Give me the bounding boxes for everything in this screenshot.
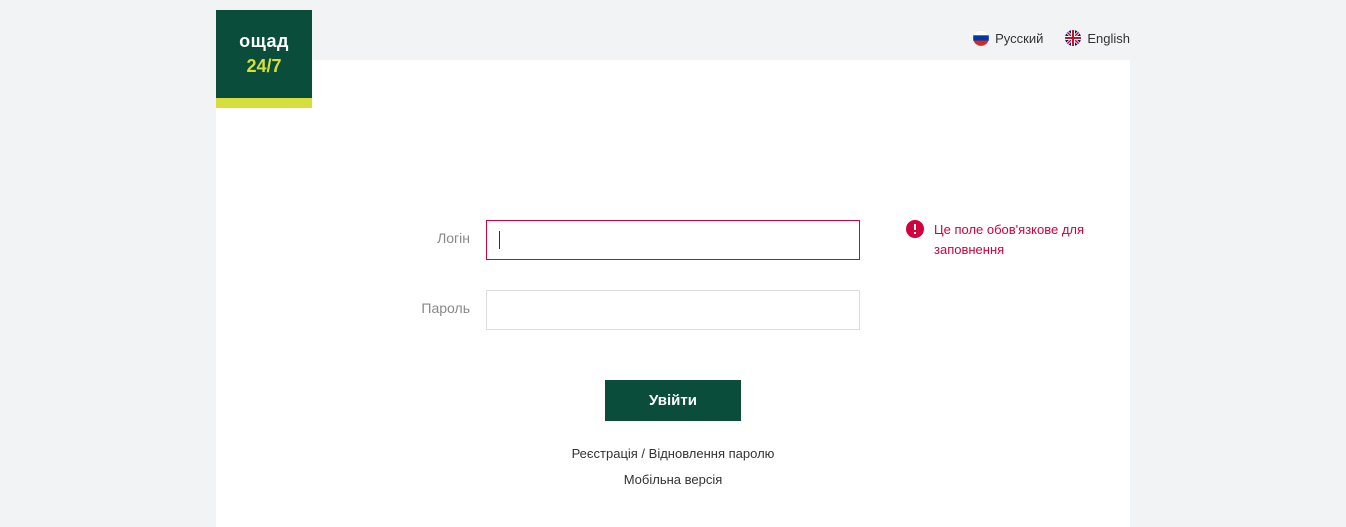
russia-flag-icon (973, 30, 989, 46)
login-error: Це поле обов'язкове для заповнення (906, 220, 1086, 259)
mobile-version-link[interactable]: Мобільна версія (624, 472, 723, 487)
password-label: Пароль (216, 290, 486, 316)
password-row: Пароль (216, 290, 1130, 330)
logo-brand-text: ощад (239, 31, 289, 52)
login-form: Логін Це поле обов'язкове для заповнення… (216, 220, 1130, 492)
logo-sub-text: 24/7 (246, 56, 281, 77)
uk-flag-icon (1065, 30, 1081, 46)
language-switcher: Русский English (973, 30, 1130, 46)
login-error-text: Це поле обов'язкове для заповнення (934, 220, 1086, 259)
lang-english-label: English (1087, 31, 1130, 46)
register-recover-link[interactable]: Реєстрація / Відновлення паролю (572, 446, 775, 461)
login-panel: Логін Це поле обов'язкове для заповнення… (216, 60, 1130, 527)
lang-russian[interactable]: Русский (973, 30, 1043, 46)
password-input[interactable] (486, 290, 860, 330)
login-label: Логін (216, 220, 486, 246)
lang-russian-label: Русский (995, 31, 1043, 46)
login-row: Логін Це поле обов'язкове для заповнення (216, 220, 1130, 260)
login-input[interactable] (486, 220, 860, 260)
text-caret (499, 231, 500, 249)
links-block: Реєстрація / Відновлення паролю Мобільна… (216, 441, 1130, 492)
lang-english[interactable]: English (1065, 30, 1130, 46)
submit-button[interactable]: Увійти (605, 380, 741, 421)
header-bar: ощад 24/7 Русский (0, 0, 1346, 60)
logo-underline (216, 98, 312, 108)
logo[interactable]: ощад 24/7 (216, 10, 312, 108)
error-icon (906, 220, 924, 243)
